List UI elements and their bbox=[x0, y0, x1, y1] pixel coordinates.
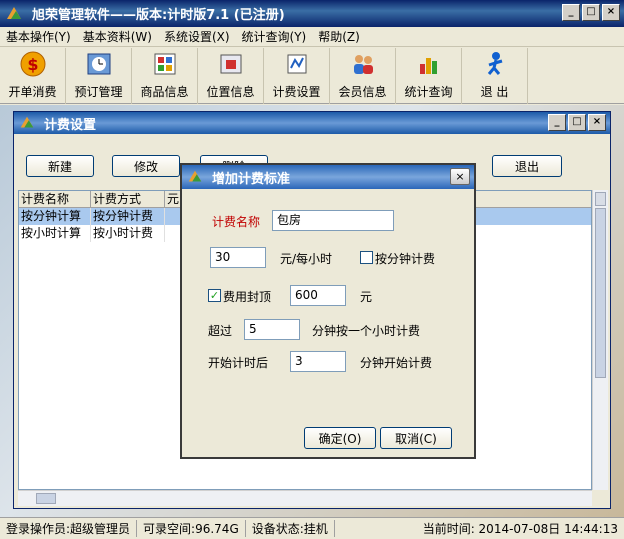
toolbar-label: 退 出 bbox=[480, 85, 509, 99]
minimize-button[interactable]: _ bbox=[548, 114, 566, 131]
price-unit-label: 元/每小时 bbox=[280, 252, 333, 266]
toolbar-label: 商品信息 bbox=[140, 85, 189, 99]
grid-icon bbox=[154, 53, 175, 75]
minimize-button[interactable]: _ bbox=[562, 4, 580, 21]
fee-cap-field[interactable]: 600 bbox=[290, 285, 346, 306]
toolbar-reservation-button[interactable]: 预订管理 bbox=[66, 48, 132, 104]
start-timing-label: 开始计时后 bbox=[208, 356, 269, 370]
dialog-title: 增加计费标准 bbox=[212, 171, 291, 187]
menu-help[interactable]: 帮助(Z) bbox=[312, 28, 366, 45]
maximize-button[interactable]: □ bbox=[568, 114, 586, 131]
exit-button[interactable]: 退出 bbox=[492, 155, 562, 177]
close-button[interactable]: × bbox=[588, 114, 606, 131]
horizontal-scrollbar[interactable] bbox=[18, 490, 592, 506]
scroll-thumb[interactable] bbox=[36, 493, 56, 504]
chart-icon bbox=[419, 58, 437, 74]
exit-icon bbox=[487, 52, 502, 75]
table-cell: 按分钟计费 bbox=[91, 208, 165, 225]
toolbar-label: 位置信息 bbox=[206, 85, 255, 99]
members-icon bbox=[353, 55, 373, 74]
toolbar-label: 预订管理 bbox=[74, 85, 123, 99]
table-cell: 按小时计费 bbox=[91, 225, 165, 242]
scroll-up-arrow[interactable] bbox=[595, 192, 606, 206]
table-cell: 按分钟计算 bbox=[19, 208, 91, 225]
start-timing-field[interactable]: 3 bbox=[290, 351, 346, 372]
by-minute-checkbox[interactable] bbox=[360, 251, 373, 264]
toolbar-statistics-button[interactable]: 统计查询 bbox=[396, 48, 462, 104]
fee-cap-checkbox[interactable]: ✓ bbox=[208, 289, 221, 302]
menu-statistics[interactable]: 统计查询(Y) bbox=[236, 28, 313, 45]
toolbar-label: 会员信息 bbox=[338, 85, 387, 99]
toolbar-members-button[interactable]: 会员信息 bbox=[330, 48, 396, 104]
exceed-label: 超过 bbox=[208, 324, 233, 338]
fee-cap-unit: 元 bbox=[360, 290, 373, 304]
svg-text:$: $ bbox=[27, 55, 38, 74]
toolbar-billing-button[interactable]: 计费设置 bbox=[264, 48, 330, 104]
price-field[interactable]: 30 bbox=[210, 247, 266, 268]
new-button[interactable]: 新建 bbox=[26, 155, 94, 177]
exceed-field[interactable]: 5 bbox=[244, 319, 300, 340]
app-logo-icon bbox=[188, 170, 202, 182]
toolbar-location-button[interactable]: 位置信息 bbox=[198, 48, 264, 104]
close-button[interactable]: × bbox=[602, 4, 620, 21]
map-icon bbox=[220, 54, 241, 74]
menu-basic-data[interactable]: 基本资料(W) bbox=[77, 28, 158, 45]
toolbar-exit-button[interactable]: 退 出 bbox=[462, 48, 528, 104]
billing-icon bbox=[287, 54, 306, 74]
status-bar: 登录操作员:超级管理员 可录空间:96.74G 设备状态:挂机 当前时间: 20… bbox=[0, 517, 624, 539]
toolbar-label: 计费设置 bbox=[272, 85, 321, 99]
toolbar-checkout-button[interactable]: $ 开单消费 bbox=[0, 48, 66, 104]
dialog-titlebar: 增加计费标准 × bbox=[182, 165, 474, 189]
status-space: 可录空间:96.74G bbox=[137, 520, 246, 537]
edit-button[interactable]: 修改 bbox=[112, 155, 180, 177]
by-minute-label: 按分钟计费 bbox=[375, 252, 436, 266]
cancel-button[interactable]: 取消(C) bbox=[380, 427, 452, 449]
column-header[interactable]: 计费名称 bbox=[19, 191, 91, 207]
add-billing-dialog: 增加计费标准 × 计费名称 包房 30 元/每小时 按分钟计费 ✓ 费用封顶 6… bbox=[180, 163, 476, 459]
billing-name-field[interactable]: 包房 bbox=[272, 210, 394, 231]
scroll-thumb[interactable] bbox=[595, 208, 606, 378]
maximize-button[interactable]: □ bbox=[582, 4, 600, 21]
vertical-scrollbar[interactable] bbox=[592, 190, 608, 490]
app-logo-icon bbox=[20, 116, 34, 128]
toolbar-products-button[interactable]: 商品信息 bbox=[132, 48, 198, 104]
menu-system-settings[interactable]: 系统设置(X) bbox=[158, 28, 236, 45]
status-time: 当前时间: 2014-07-08日 14:44:13 bbox=[422, 522, 618, 536]
status-device: 设备状态:挂机 bbox=[246, 520, 335, 537]
app-title: 旭荣管理软件——版本:计时版7.1 (已注册) bbox=[32, 8, 285, 23]
billing-settings-title: 计费设置 bbox=[44, 117, 97, 133]
start-timing-suffix: 分钟开始计费 bbox=[360, 356, 433, 370]
billing-settings-titlebar: 计费设置 _ □ × bbox=[14, 112, 610, 134]
menu-bar: 基本操作(Y) 基本资料(W) 系统设置(X) 统计查询(Y) 帮助(Z) bbox=[0, 27, 624, 47]
status-operator: 登录操作员:超级管理员 bbox=[0, 520, 138, 537]
app-titlebar: 旭荣管理软件——版本:计时版7.1 (已注册) _ □ × bbox=[0, 0, 624, 27]
coin-icon: $ bbox=[20, 51, 45, 77]
toolbar-label: 开单消费 bbox=[8, 85, 57, 99]
clock-icon bbox=[87, 53, 110, 75]
toolbar: $ 开单消费 预订管理 商品信息 位置信息 计费设置 会员信息 统计查询 退 出 bbox=[0, 48, 624, 104]
exceed-suffix: 分钟按一个小时计费 bbox=[312, 324, 421, 338]
toolbar-label: 统计查询 bbox=[404, 85, 453, 99]
ok-button[interactable]: 确定(O) bbox=[304, 427, 376, 449]
table-cell: 按小时计算 bbox=[19, 225, 91, 242]
fee-cap-label: 费用封顶 bbox=[223, 290, 272, 304]
billing-name-label: 计费名称 bbox=[212, 215, 261, 229]
dialog-close-button[interactable]: × bbox=[450, 168, 470, 185]
app-logo-icon bbox=[7, 6, 21, 19]
column-header[interactable]: 计费方式 bbox=[91, 191, 165, 207]
menu-basic-ops[interactable]: 基本操作(Y) bbox=[0, 28, 77, 45]
